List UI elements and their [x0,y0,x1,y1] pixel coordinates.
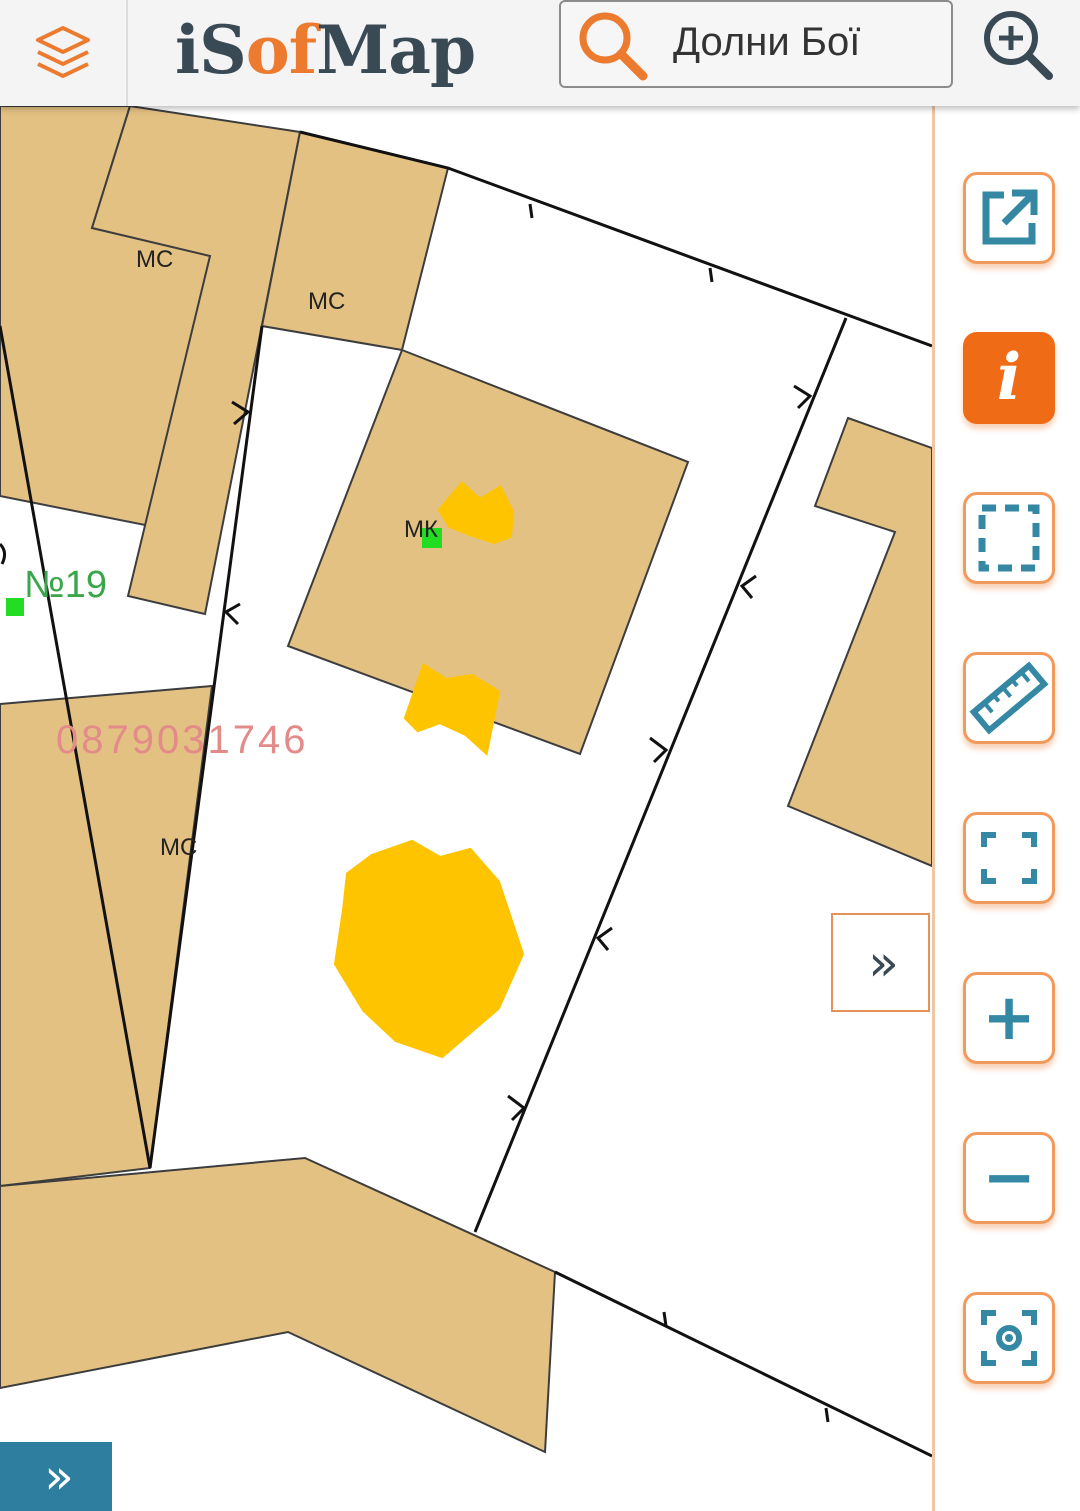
search-box[interactable]: Долни Бої [559,0,953,88]
app-logo: iS of Map [175,11,476,89]
building [786,416,932,868]
zoom-out-icon: − [982,1141,1036,1215]
expand-panel-button[interactable]: » [831,913,930,1012]
fullscreen-icon [981,832,1037,884]
chevron-double-right-icon: » [868,933,898,992]
map-label: МС [160,834,198,861]
building [0,1156,557,1454]
map-canvas[interactable]: МС МС МС МК №19 [0,106,932,1511]
open-external-button[interactable] [963,172,1055,264]
locate-icon [981,1310,1037,1366]
info-button[interactable]: i [963,332,1055,424]
parcel-number: №19 [24,564,108,606]
bottom-panel-button[interactable]: » [0,1442,112,1511]
map-label: МС [308,288,346,315]
measure-button[interactable] [963,652,1055,744]
ruler-icon [969,661,1049,735]
info-icon: i [996,340,1022,415]
top-bar: iS of Map Долни Бої [0,0,1080,106]
map-marker [6,598,24,616]
search-icon [579,12,648,81]
chevron-double-right-icon: » [44,1448,73,1505]
zoom-in-button[interactable]: + [963,972,1055,1064]
zoom-to-icon[interactable] [975,2,1059,86]
open-external-icon [982,189,1038,245]
locate-button[interactable] [963,1292,1055,1384]
zoom-out-button[interactable]: − [963,1132,1055,1224]
select-area-button[interactable] [963,492,1055,584]
cadastral-map[interactable] [0,106,932,1511]
map-label: МС [136,246,174,273]
layers-button[interactable] [0,0,128,106]
overlay-text: 0879031746 [56,718,309,762]
layers-icon [36,26,90,78]
select-area-icon [978,504,1040,572]
search-input[interactable]: Долни Бої [673,20,860,65]
fullscreen-button[interactable] [963,812,1055,904]
map-toolbar: i + − [932,106,1080,1511]
map-label: МК [404,516,438,543]
zoom-in-icon: + [982,981,1036,1055]
scribble [333,839,525,1059]
